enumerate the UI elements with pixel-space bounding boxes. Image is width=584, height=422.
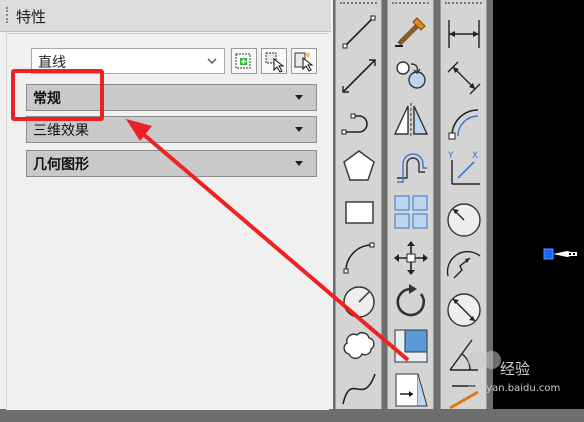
caret-down-icon	[295, 95, 303, 100]
stretch-icon[interactable]	[391, 368, 431, 408]
toolbar-grip[interactable]	[392, 2, 429, 8]
properties-title: 特性	[16, 8, 47, 26]
toolbar-grip[interactable]	[445, 2, 482, 8]
spline-icon[interactable]	[339, 368, 379, 408]
svg-text:X: X	[472, 151, 478, 161]
draw-toolbar	[335, 0, 382, 409]
circle-icon[interactable]	[339, 280, 379, 320]
pickadd-icon	[235, 53, 251, 69]
quick-select-icon	[294, 52, 314, 72]
toggle-pickadd-button[interactable]	[231, 48, 257, 74]
toolbar-grip[interactable]	[340, 2, 377, 8]
quick-select-button[interactable]	[291, 48, 317, 74]
offset-icon[interactable]	[391, 146, 431, 186]
select-objects-button[interactable]	[261, 48, 287, 74]
scale-icon[interactable]	[391, 326, 431, 366]
section-geometry-label: 几何图形	[33, 157, 89, 173]
caret-down-icon	[295, 127, 303, 132]
watermark-url: jingyan.baidu.com	[468, 383, 561, 394]
arc-length-icon[interactable]	[444, 102, 484, 142]
rotate-icon[interactable]	[391, 282, 431, 322]
aligned-dimension-icon[interactable]	[444, 58, 484, 98]
properties-titlebar[interactable]: 特性	[0, 0, 331, 32]
rectangle-icon[interactable]	[339, 192, 379, 232]
linear-dimension-icon[interactable]	[444, 14, 484, 54]
watermark-text: 经验	[500, 360, 531, 378]
jogged-dimension-icon[interactable]	[444, 244, 484, 284]
mirror-icon[interactable]	[391, 100, 431, 140]
modify-toolbar	[387, 0, 434, 409]
highlight-box	[11, 69, 104, 121]
revision-cloud-icon[interactable]	[339, 324, 379, 364]
select-objects-icon	[265, 52, 285, 73]
section-3d-effects-label: 三维效果	[33, 123, 89, 139]
radius-dimension-icon[interactable]	[444, 200, 484, 240]
line-tool-icon[interactable]	[339, 12, 379, 52]
chevron-down-icon	[207, 58, 217, 64]
polygon-icon[interactable]	[339, 146, 379, 186]
grip-handle-icon[interactable]	[543, 247, 579, 261]
ordinate-dimension-icon[interactable]: YX	[444, 148, 484, 188]
match-properties-icon[interactable]	[391, 10, 431, 50]
section-geometry[interactable]: 几何图形	[26, 150, 317, 177]
caret-down-icon	[295, 161, 303, 166]
construction-line-icon[interactable]	[339, 56, 379, 96]
svg-text:Y: Y	[447, 151, 454, 161]
arc-icon[interactable]	[339, 236, 379, 276]
palette-grip[interactable]	[6, 7, 10, 23]
array-icon[interactable]	[391, 192, 431, 232]
move-icon[interactable]	[391, 238, 431, 278]
diameter-dimension-icon[interactable]	[444, 290, 484, 330]
copy-icon[interactable]	[391, 56, 431, 96]
polyline-icon[interactable]	[339, 100, 379, 140]
